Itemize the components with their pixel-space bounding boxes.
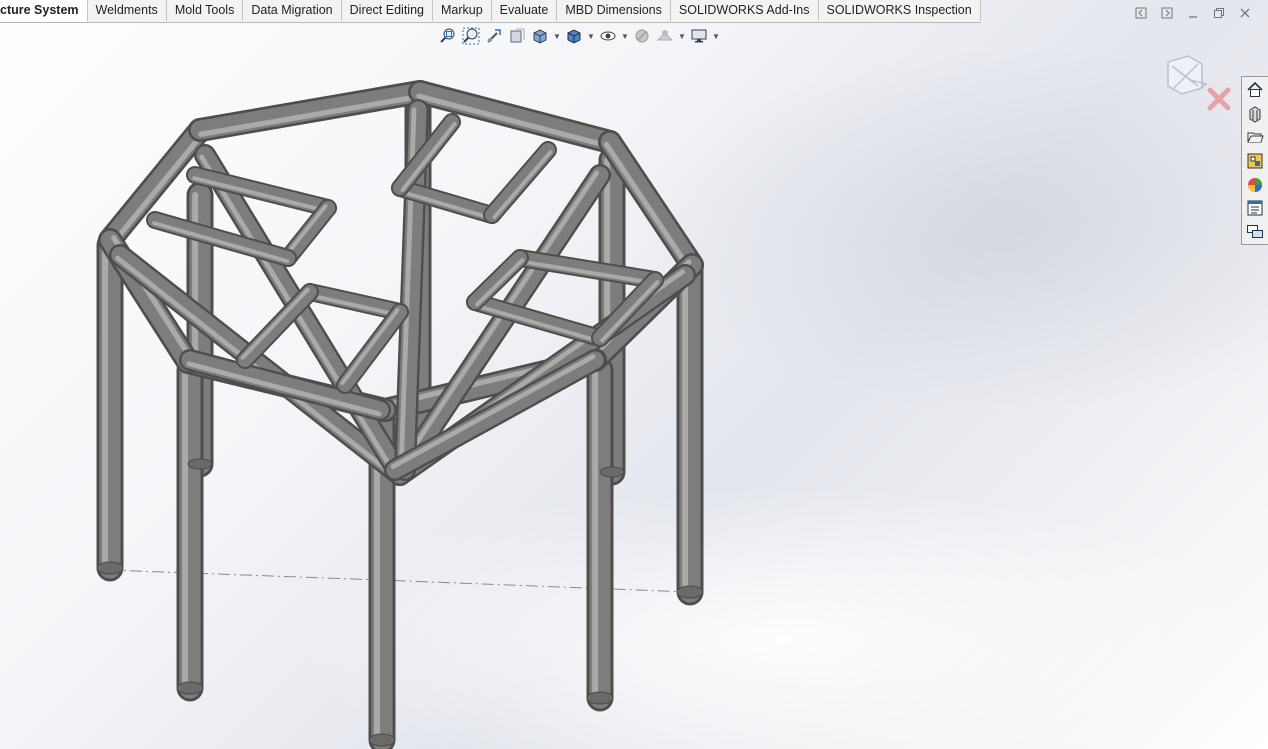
hide-show-items-icon[interactable]	[598, 26, 618, 46]
apply-scene-caret[interactable]: ▼	[678, 32, 686, 41]
leg-tube[interactable]	[96, 231, 124, 582]
structure-model[interactable]	[0, 0, 1268, 749]
view-orientation-caret[interactable]: ▼	[553, 32, 561, 41]
task-pane-tabs	[1241, 76, 1268, 245]
tab-markup[interactable]: Markup	[433, 0, 492, 21]
minimize-icon[interactable]	[1184, 4, 1202, 22]
tube-end-cap	[368, 733, 396, 747]
restore-icon[interactable]	[1210, 4, 1228, 22]
view-palette-icon[interactable]	[1244, 150, 1266, 172]
apply-scene-icon[interactable]	[655, 26, 675, 46]
tab-direct-editing[interactable]: Direct Editing	[342, 0, 433, 21]
tab-data-migration[interactable]: Data Migration	[243, 0, 342, 21]
view-settings-caret[interactable]: ▼	[712, 32, 720, 41]
confirmation-corner	[1162, 50, 1234, 117]
inner-rail[interactable]	[186, 166, 337, 217]
tab-solidworks-add-ins[interactable]: SOLIDWORKS Add-Ins	[671, 0, 819, 21]
top-ring-tube[interactable]	[188, 80, 432, 142]
file-explorer-icon[interactable]	[1244, 126, 1266, 148]
tab-evaluate[interactable]: Evaluate	[492, 0, 558, 21]
display-style-icon[interactable]	[564, 26, 584, 46]
float-right-icon[interactable]	[1158, 4, 1176, 22]
tab-mold-tools[interactable]: Mold Tools	[167, 0, 244, 21]
design-library-icon[interactable]	[1244, 103, 1266, 125]
view-settings-icon[interactable]	[689, 26, 709, 46]
cancel-icon[interactable]	[1207, 87, 1231, 111]
edit-appearance-icon[interactable]	[632, 26, 652, 46]
tab-weldments[interactable]: Weldments	[88, 0, 167, 21]
inner-rail[interactable]	[483, 141, 557, 224]
leg-tube[interactable]	[676, 254, 704, 606]
tube-end-cap	[599, 466, 625, 478]
solidworks-resources-icon[interactable]	[1244, 79, 1266, 101]
tab-solidworks-inspection[interactable]: SOLIDWORKS Inspection	[819, 0, 981, 21]
section-view-icon[interactable]	[507, 26, 527, 46]
window-controls	[1132, 4, 1254, 22]
hide-show-items-caret[interactable]: ▼	[621, 32, 629, 41]
appearances-scenes-icon[interactable]	[1244, 174, 1266, 196]
view-orientation-icon[interactable]	[530, 26, 550, 46]
leg-tube[interactable]	[176, 356, 204, 702]
float-left-icon[interactable]	[1132, 4, 1150, 22]
inner-rail[interactable]	[336, 303, 409, 394]
tube-end-cap	[96, 561, 124, 575]
custom-properties-icon[interactable]	[1244, 198, 1266, 220]
tab-structure-system[interactable]: cture System	[0, 0, 88, 22]
close-icon[interactable]	[1236, 4, 1254, 22]
tab-mbd-dimensions[interactable]: MBD Dimensions	[557, 0, 671, 21]
command-manager-tabs: cture System Weldments Mold Tools Data M…	[0, 0, 981, 23]
leg-tube[interactable]	[586, 356, 614, 712]
heads-up-view-toolbar: ▼ ▼ ▼ ▼ ▼	[438, 26, 720, 46]
forum-icon[interactable]	[1244, 221, 1266, 243]
zoom-to-fit-icon[interactable]	[438, 26, 458, 46]
tube-end-cap	[187, 458, 213, 470]
sketch-exit-icon[interactable]	[1167, 55, 1208, 95]
tube-end-cap	[676, 585, 704, 599]
inner-rail[interactable]	[301, 283, 409, 321]
tube-end-cap	[176, 681, 204, 695]
zoom-to-area-icon[interactable]	[461, 26, 481, 46]
display-style-caret[interactable]: ▼	[587, 32, 595, 41]
tube-end-cap	[586, 691, 614, 705]
graphics-area[interactable]	[0, 0, 1268, 749]
previous-view-icon[interactable]	[484, 26, 504, 46]
